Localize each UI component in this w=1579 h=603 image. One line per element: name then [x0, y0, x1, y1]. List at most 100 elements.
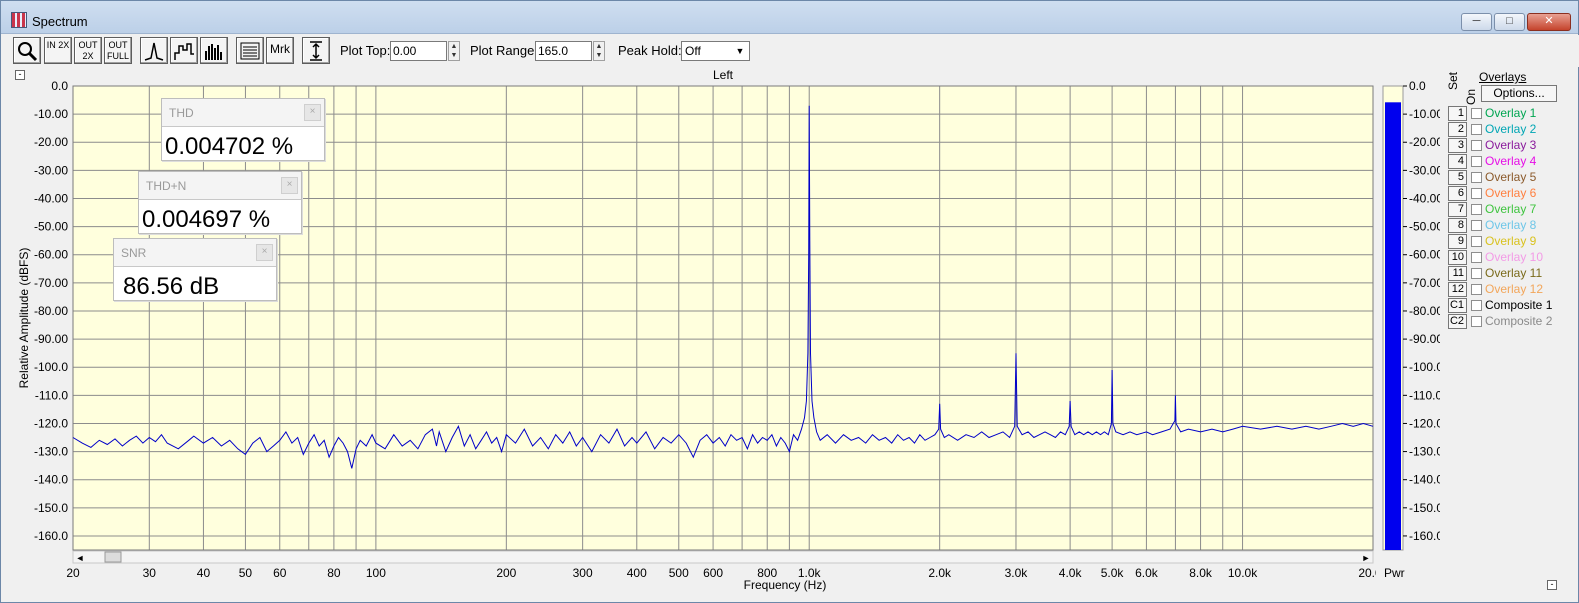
line-plot-icon [144, 42, 164, 61]
bar-mode-button[interactable] [200, 37, 228, 64]
overlay-label: Overlay 1 [1485, 106, 1537, 120]
y-tick-label: -140.0 [34, 473, 68, 487]
thd-meter-header[interactable]: THD × [162, 99, 324, 127]
title-bar[interactable]: Spectrum ─ □ ✕ [1, 1, 1578, 34]
overlay-on-checkbox[interactable] [1471, 156, 1482, 167]
power-tick-label: -130.0 [1409, 445, 1440, 459]
overlay-on-checkbox[interactable] [1471, 188, 1482, 199]
close-icon[interactable]: × [281, 177, 298, 194]
x-tick-label: 400 [627, 566, 647, 580]
y-tick-label: -50.00 [34, 220, 68, 234]
overlays-panel: Set On Overlays Options... 1 Overlay 1 2 Ov… [1441, 68, 1579, 598]
overlay-row: 2 Overlay 2 [1441, 122, 1579, 138]
collapse-overlays-button[interactable]: - [1547, 580, 1557, 590]
autoscale-button[interactable] [302, 37, 330, 64]
minimize-button[interactable]: ─ [1461, 13, 1492, 31]
overlay-row: 6 Overlay 6 [1441, 186, 1579, 202]
overlay-set-button[interactable]: 12 [1448, 282, 1467, 297]
overlay-on-checkbox[interactable] [1471, 284, 1482, 295]
overlay-row: 9 Overlay 9 [1441, 234, 1579, 250]
overlay-set-button[interactable]: 6 [1448, 186, 1467, 201]
chart-title: Left [713, 68, 734, 82]
x-tick-label: 30 [143, 566, 157, 580]
collapse-plot-button[interactable]: - [15, 70, 25, 80]
overlay-set-button[interactable]: 1 [1448, 106, 1467, 121]
overlay-set-button[interactable]: 11 [1448, 266, 1467, 281]
toolbar: IN 2X OUT 2X OUT FULL Mrk Plot Top: 0.00… [2, 35, 1579, 67]
thd-n-meter-header[interactable]: THD+N × [139, 172, 301, 200]
plot-range-spinner[interactable]: ▲ ▼ [593, 41, 605, 61]
overlay-on-checkbox[interactable] [1471, 108, 1482, 119]
overlay-row: 8 Overlay 8 [1441, 218, 1579, 234]
y-tick-label: -10.00 [34, 107, 68, 121]
overlay-label: Overlay 8 [1485, 218, 1537, 232]
peak-hold-select[interactable]: Off ▼ [681, 41, 750, 61]
plot-top-input[interactable]: 0.00 [390, 41, 447, 61]
overlay-row: 4 Overlay 4 [1441, 154, 1579, 170]
overlay-on-checkbox[interactable] [1471, 140, 1482, 151]
step-mode-button[interactable] [170, 37, 198, 64]
overlay-set-button[interactable]: 10 [1448, 250, 1467, 265]
x-axis-label: Frequency (Hz) [744, 578, 827, 592]
power-tick-label: -70.00 [1409, 276, 1440, 290]
zoom-in-2x-button[interactable]: IN 2X [44, 37, 72, 64]
overlay-set-button[interactable]: 4 [1448, 154, 1467, 169]
snr-meter[interactable]: SNR × 86.56 dB [113, 238, 277, 301]
x-tick-label: 5.0k [1101, 566, 1125, 580]
overlay-label: Overlay 6 [1485, 186, 1537, 200]
y-tick-label: -100.0 [34, 360, 68, 374]
overlay-on-checkbox[interactable] [1471, 124, 1482, 135]
snr-meter-title: SNR [121, 246, 147, 260]
overlay-label: Composite 2 [1485, 314, 1553, 328]
overlay-on-checkbox[interactable] [1471, 252, 1482, 263]
overlay-row: 7 Overlay 7 [1441, 202, 1579, 218]
maximize-button[interactable]: □ [1494, 13, 1525, 31]
overlay-label: Overlay 9 [1485, 234, 1537, 248]
snr-meter-header[interactable]: SNR × [114, 239, 276, 267]
zoom-button[interactable] [13, 37, 41, 64]
overlay-options-button[interactable]: Options... [1481, 85, 1557, 102]
window-title: Spectrum [32, 14, 88, 29]
overlay-set-button[interactable]: 7 [1448, 202, 1467, 217]
overlay-set-button[interactable]: C1 [1448, 298, 1467, 313]
overlay-set-button[interactable]: C2 [1448, 314, 1467, 329]
overlay-set-button[interactable]: 5 [1448, 170, 1467, 185]
spectrum-app-icon [11, 12, 27, 28]
overlay-on-checkbox[interactable] [1471, 172, 1482, 183]
data-table-button[interactable] [236, 37, 264, 64]
marker-button[interactable]: Mrk [266, 37, 294, 64]
overlay-on-checkbox[interactable] [1471, 268, 1482, 279]
zoom-out-2x-button[interactable]: OUT 2X [74, 37, 102, 64]
overlay-set-button[interactable]: 9 [1448, 234, 1467, 249]
overlay-on-checkbox[interactable] [1471, 204, 1482, 215]
overlay-set-button[interactable]: 2 [1448, 122, 1467, 137]
plot-top-label: Plot Top: [340, 43, 391, 58]
zoom-out-full-button[interactable]: OUT FULL [104, 37, 132, 64]
x-tick-label: 100 [366, 566, 386, 580]
overlay-on-checkbox[interactable] [1471, 316, 1482, 327]
y-tick-label: -90.00 [34, 332, 68, 346]
close-icon[interactable]: × [256, 244, 273, 261]
overlay-label: Overlay 7 [1485, 202, 1537, 216]
close-button[interactable]: ✕ [1527, 13, 1571, 31]
thd-meter[interactable]: THD × 0.004702 % [161, 98, 325, 161]
overlay-label: Overlay 5 [1485, 170, 1537, 184]
overlay-on-checkbox[interactable] [1471, 300, 1482, 311]
thd-n-meter[interactable]: THD+N × 0.004697 % [138, 171, 302, 234]
overlay-row: C2 Composite 2 [1441, 314, 1579, 330]
overlay-on-checkbox[interactable] [1471, 220, 1482, 231]
close-icon[interactable]: × [304, 104, 321, 121]
overlay-label: Overlay 3 [1485, 138, 1537, 152]
line-mode-button[interactable] [140, 37, 168, 64]
vertical-scale-icon [310, 41, 322, 61]
plot-range-label: Plot Range: [470, 43, 538, 58]
overlay-on-checkbox[interactable] [1471, 236, 1482, 247]
power-tick-label: -80.00 [1409, 304, 1440, 318]
overlay-set-button[interactable]: 8 [1448, 218, 1467, 233]
spectrum-window: Spectrum ─ □ ✕ IN 2X OUT 2X OUT FULL Mrk… [0, 0, 1579, 603]
plot-top-spinner[interactable]: ▲ ▼ [448, 41, 460, 61]
plot-range-input[interactable]: 165.0 [535, 41, 592, 61]
overlay-set-button[interactable]: 3 [1448, 138, 1467, 153]
y-axis-label: Relative Amplitude (dBFS) [17, 248, 31, 389]
y-tick-label: -20.00 [34, 135, 68, 149]
